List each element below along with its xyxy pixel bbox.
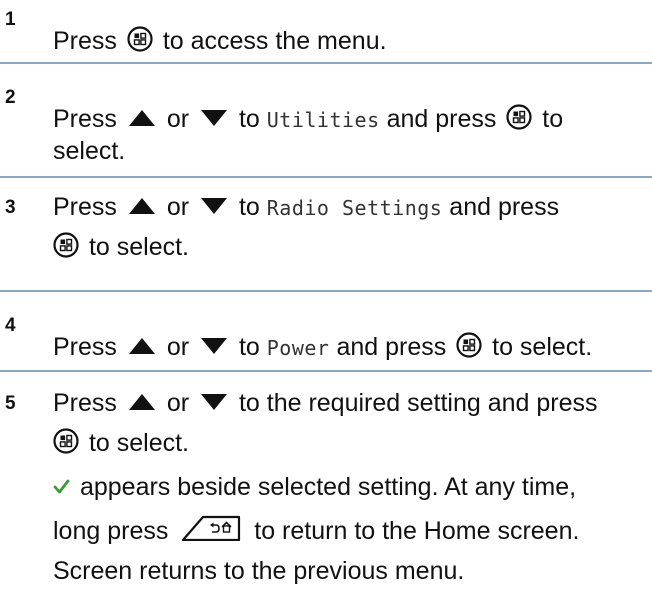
menu-item-name: Power [266,336,330,360]
step-text: Press or to the required setting and pre… [53,389,598,417]
down-arrow-icon [201,198,227,215]
down-arrow-icon [201,110,227,127]
checkmark-icon [53,479,70,494]
menu-ok-button-icon [127,26,153,52]
result-text: Screen returns to the previous menu. [53,557,465,585]
step-text: Press or to Radio Settings and press [53,193,560,221]
up-arrow-icon [128,110,155,127]
back-home-button-icon [182,516,241,542]
step-number: 4 [5,315,16,336]
result-text: long press to return to the Home screen. [53,516,580,545]
up-arrow-icon [128,394,155,411]
step-separator [0,290,652,292]
menu-item-name: Utilities [266,108,380,132]
menu-ok-button-icon [53,428,79,454]
menu-ok-button-icon [506,104,532,130]
step-text: Press or to Power and press to select. [53,332,593,361]
step-text-continued: select. [53,137,126,165]
up-arrow-icon [128,198,155,215]
up-arrow-icon [128,338,155,355]
step-number: 3 [5,197,16,218]
menu-ok-button-icon [456,332,482,358]
step-separator [0,62,652,64]
step-number: 2 [5,87,16,108]
step-separator [0,176,652,178]
down-arrow-icon [201,338,227,355]
menu-item-name: Radio Settings [266,196,443,220]
step-text: Press to access the menu. [53,26,387,55]
step-text-continued: to select. [53,232,189,262]
step-text-continued: to select. [53,428,189,458]
step-number: 5 [5,393,16,414]
procedure-page: 1 Press to access the menu. 2 Press or t… [0,0,652,601]
step-text: Press or to Utilities and press to [53,104,564,133]
step-separator [0,370,652,372]
down-arrow-icon [201,394,227,411]
step-number: 1 [5,9,16,30]
menu-ok-button-icon [53,232,79,258]
result-text: appears beside selected setting. At any … [53,472,576,502]
